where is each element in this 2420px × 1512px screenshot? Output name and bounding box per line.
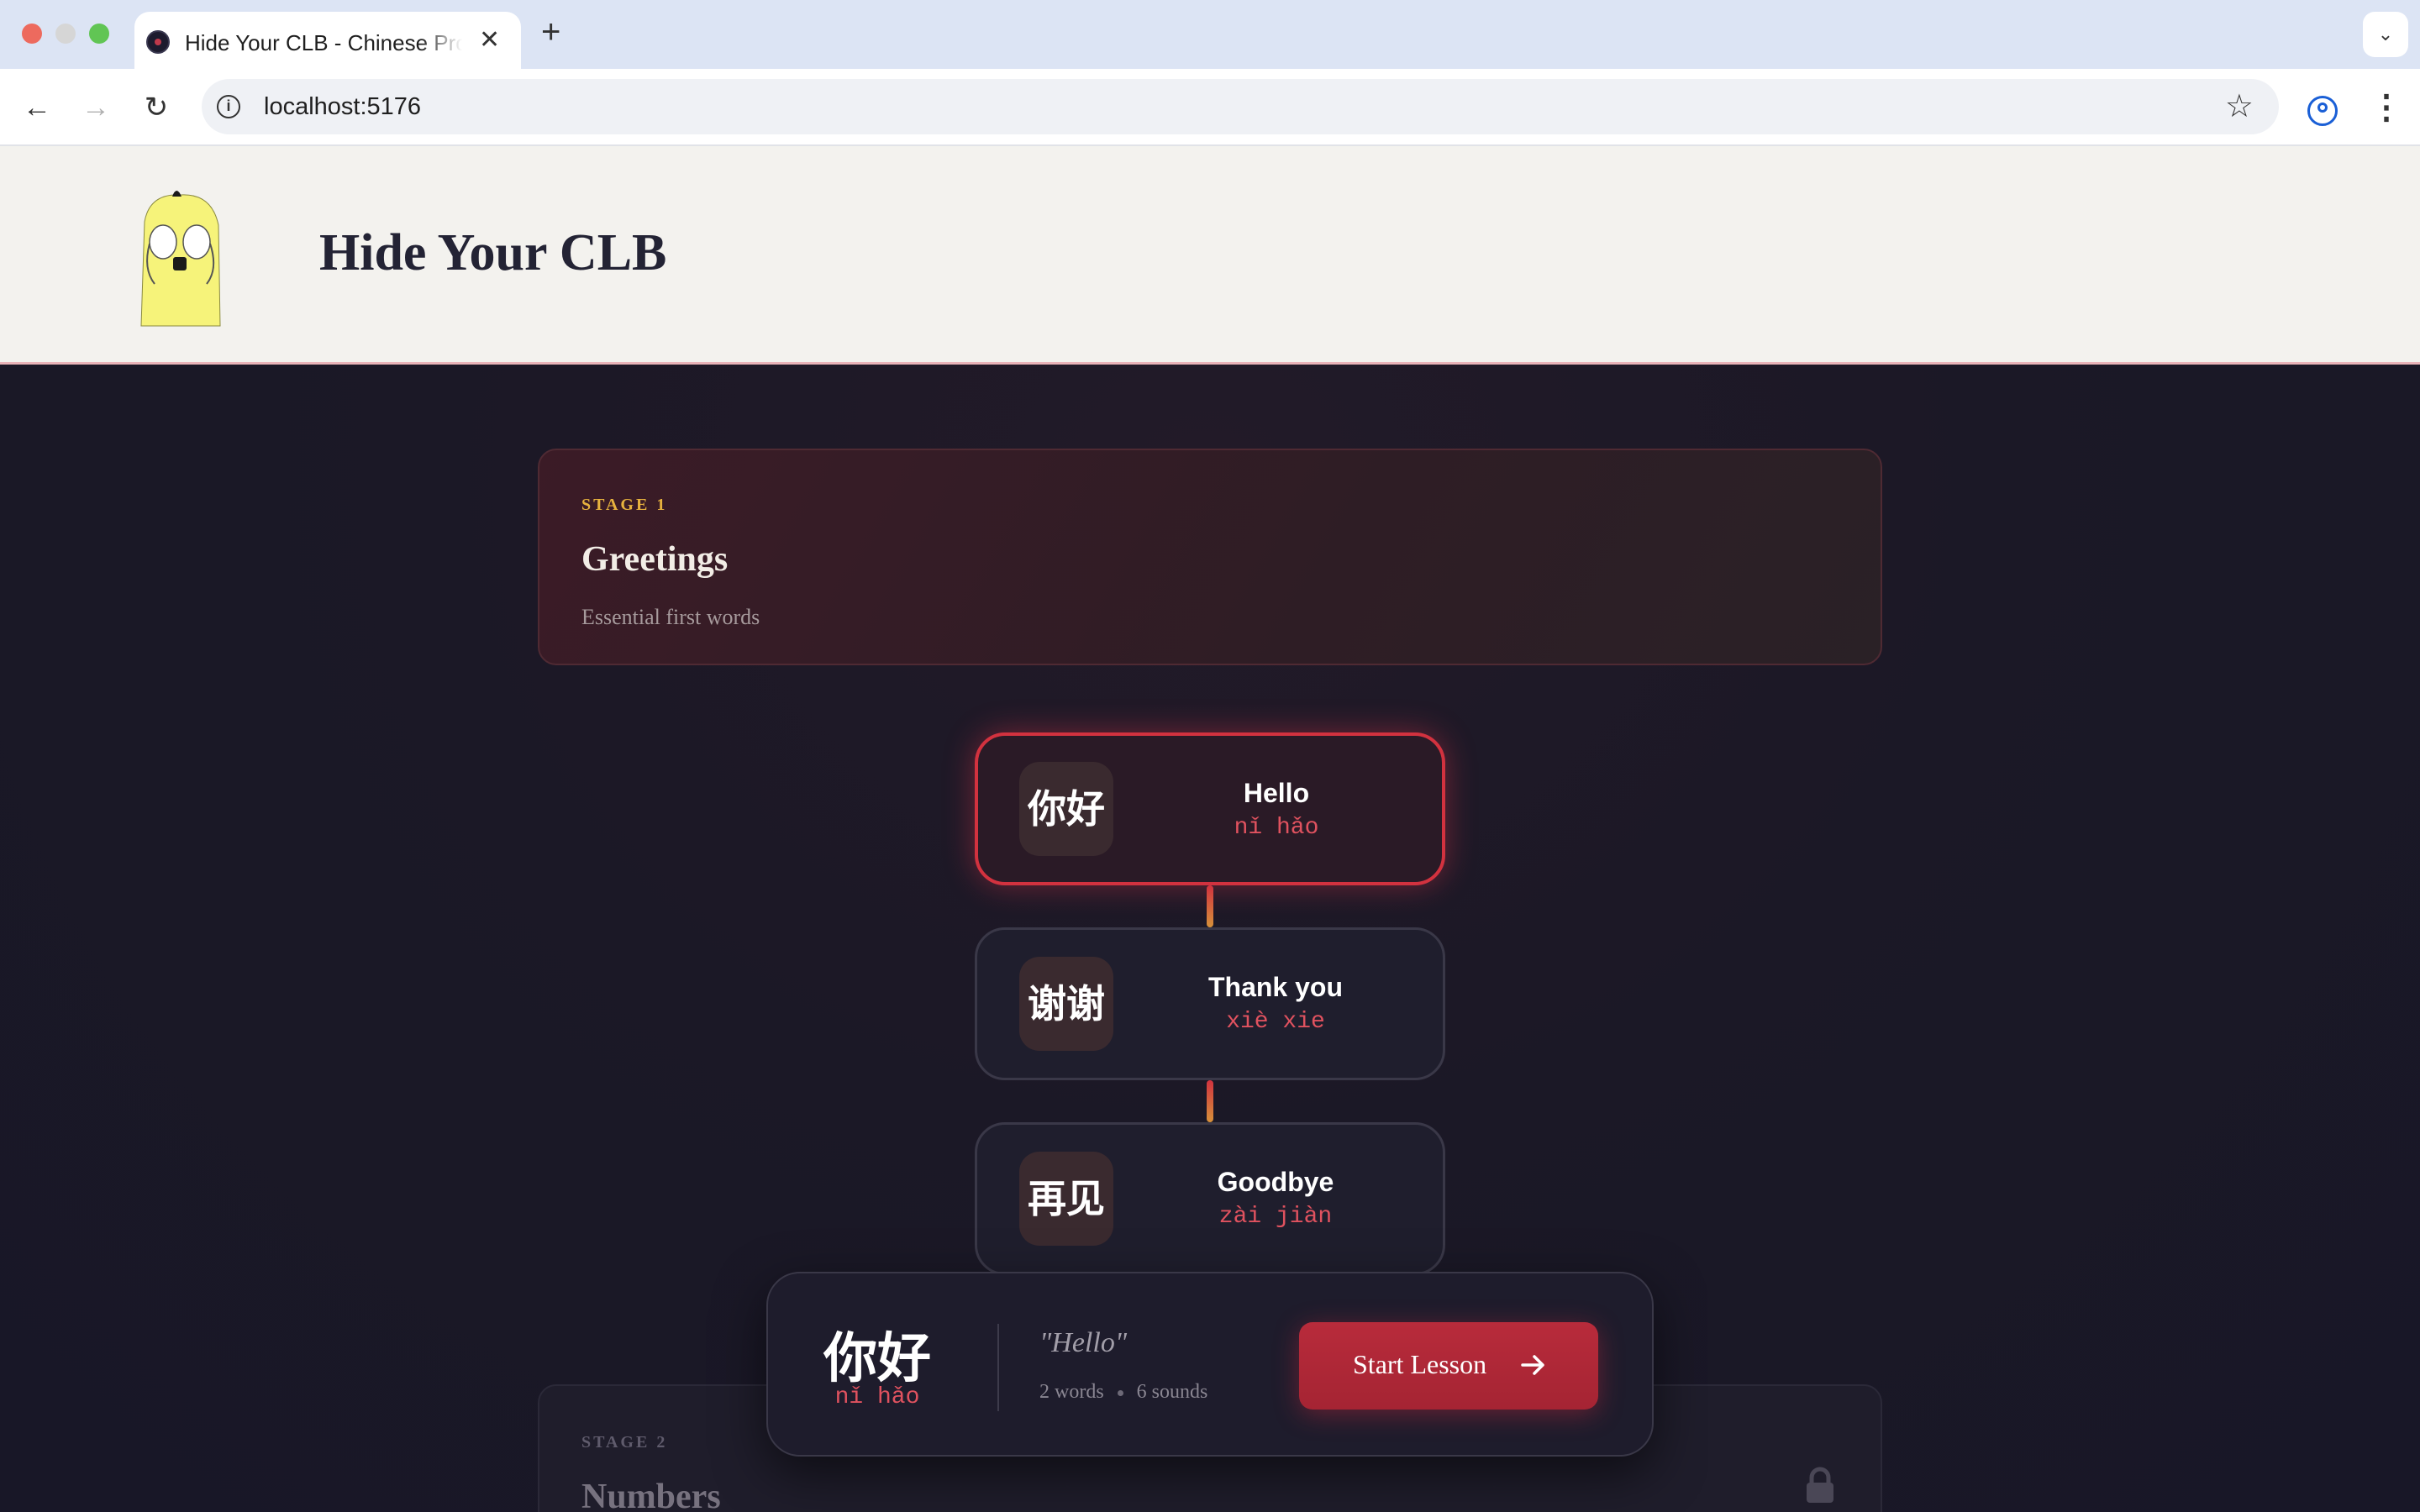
url-text[interactable]: localhost:5176 bbox=[264, 93, 421, 121]
arrow-right-icon[interactable]: → bbox=[76, 87, 116, 128]
reload-icon[interactable]: ↻ bbox=[136, 87, 176, 128]
window-close-button[interactable] bbox=[22, 24, 42, 44]
stage-label: STAGE 1 bbox=[581, 496, 668, 514]
lesson-word-count: 2 words bbox=[1039, 1381, 1104, 1403]
window-minimize-button[interactable] bbox=[55, 24, 76, 44]
word-pinyin: zài jiàn bbox=[1218, 1204, 1333, 1230]
start-lesson-button[interactable]: Start Lesson bbox=[1299, 1322, 1598, 1410]
kebab-menu-icon[interactable]: ⋮ bbox=[2370, 89, 2403, 126]
word-english: Hello bbox=[1243, 778, 1310, 808]
app-header: Hide Your CLB bbox=[0, 146, 2420, 365]
close-icon[interactable]: ✕ bbox=[479, 27, 500, 54]
word-card-thank-you[interactable]: 谢谢 Thank you xiè xie bbox=[975, 927, 1445, 1080]
lock-icon bbox=[1807, 1467, 1833, 1503]
stage-card-greetings: STAGE 1 Greetings Essential first words bbox=[538, 449, 1882, 665]
window-zoom-button[interactable] bbox=[89, 24, 109, 44]
profile-icon[interactable] bbox=[2307, 96, 2338, 126]
path-connector bbox=[1207, 1080, 1213, 1122]
stage-label: STAGE 2 bbox=[581, 1433, 668, 1452]
path-connector bbox=[1207, 885, 1213, 927]
chevron-down-icon[interactable]: ⌄ bbox=[2363, 12, 2408, 57]
page-title: Hide Your CLB bbox=[319, 224, 667, 281]
word-english: Thank you bbox=[1207, 972, 1343, 1002]
browser-tab-bar: Hide Your CLB - Chinese Pronunciation ✕ … bbox=[0, 0, 2420, 69]
info-icon[interactable]: i bbox=[217, 95, 240, 118]
word-pinyin: xiè xie bbox=[1226, 1009, 1325, 1035]
divider bbox=[997, 1324, 999, 1411]
start-lesson-label: Start Lesson bbox=[1353, 1349, 1487, 1379]
stage-description: Essential first words bbox=[581, 605, 760, 629]
arrow-left-icon[interactable]: ← bbox=[17, 87, 57, 128]
address-bar[interactable]: i localhost:5176 ☆ bbox=[202, 79, 2279, 134]
arrow-right-icon bbox=[1521, 1355, 1544, 1375]
stage-title: Greetings bbox=[581, 540, 729, 579]
word-pinyin: nǐ hǎo bbox=[1234, 815, 1319, 841]
stage-title: Numbers bbox=[581, 1478, 721, 1512]
lesson-translation: "Hello" bbox=[1039, 1327, 1128, 1358]
lesson-meta: 2 words 6 sounds bbox=[1039, 1381, 1207, 1404]
favicon-icon bbox=[146, 30, 170, 54]
lesson-hanzi: 你好 bbox=[823, 1328, 931, 1390]
hanzi-tile: 谢谢 bbox=[1019, 957, 1113, 1051]
hanzi-tile: 再见 bbox=[1019, 1152, 1113, 1246]
browser-toolbar: ← → ↻ i localhost:5176 ☆ ⋮ bbox=[0, 69, 2420, 146]
lesson-preview-bar: 你好 nǐ hǎo "Hello" 2 words 6 sounds Start … bbox=[766, 1272, 1654, 1457]
tab-title: Hide Your CLB - Chinese Pronunciation bbox=[185, 30, 462, 55]
word-card-goodbye[interactable]: 再见 Goodbye zài jiàn bbox=[975, 1122, 1445, 1275]
separator-dot bbox=[1117, 1389, 1123, 1396]
hanzi-tile: 你好 bbox=[1019, 762, 1113, 856]
lesson-pinyin: nǐ hǎo bbox=[834, 1384, 920, 1410]
plus-icon[interactable]: + bbox=[541, 13, 560, 50]
browser-tab[interactable]: Hide Your CLB - Chinese Pronunciation ✕ bbox=[134, 12, 521, 69]
lesson-sound-count: 6 sounds bbox=[1136, 1381, 1208, 1403]
mascot-logo-icon bbox=[140, 191, 221, 327]
word-card-hello[interactable]: 你好 Hello nǐ hǎo bbox=[975, 732, 1445, 885]
star-icon[interactable]: ☆ bbox=[2225, 89, 2254, 124]
word-english: Goodbye bbox=[1217, 1167, 1334, 1197]
